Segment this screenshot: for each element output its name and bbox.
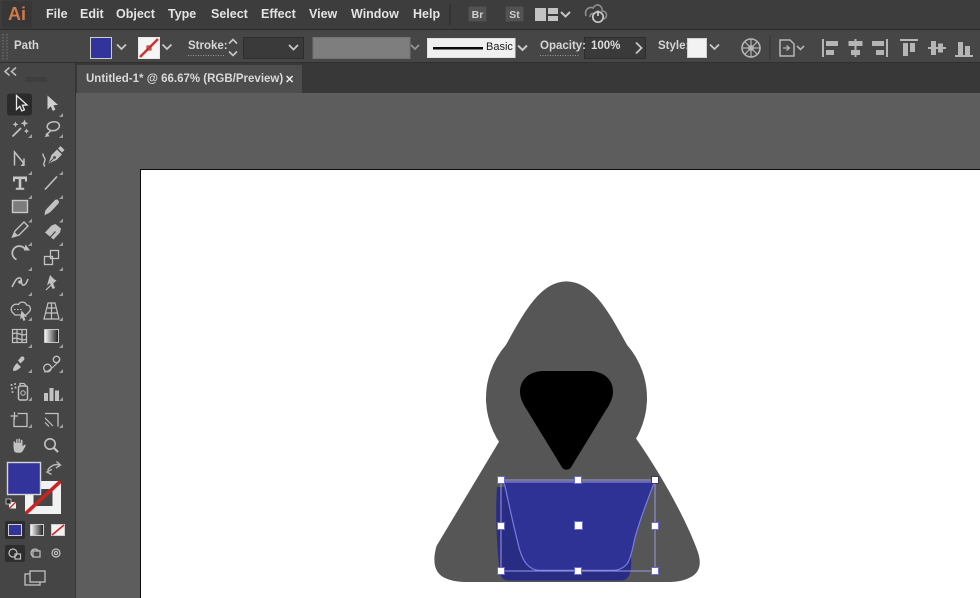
svg-text:Br: Br xyxy=(472,9,484,21)
svg-text:St: St xyxy=(509,9,520,21)
